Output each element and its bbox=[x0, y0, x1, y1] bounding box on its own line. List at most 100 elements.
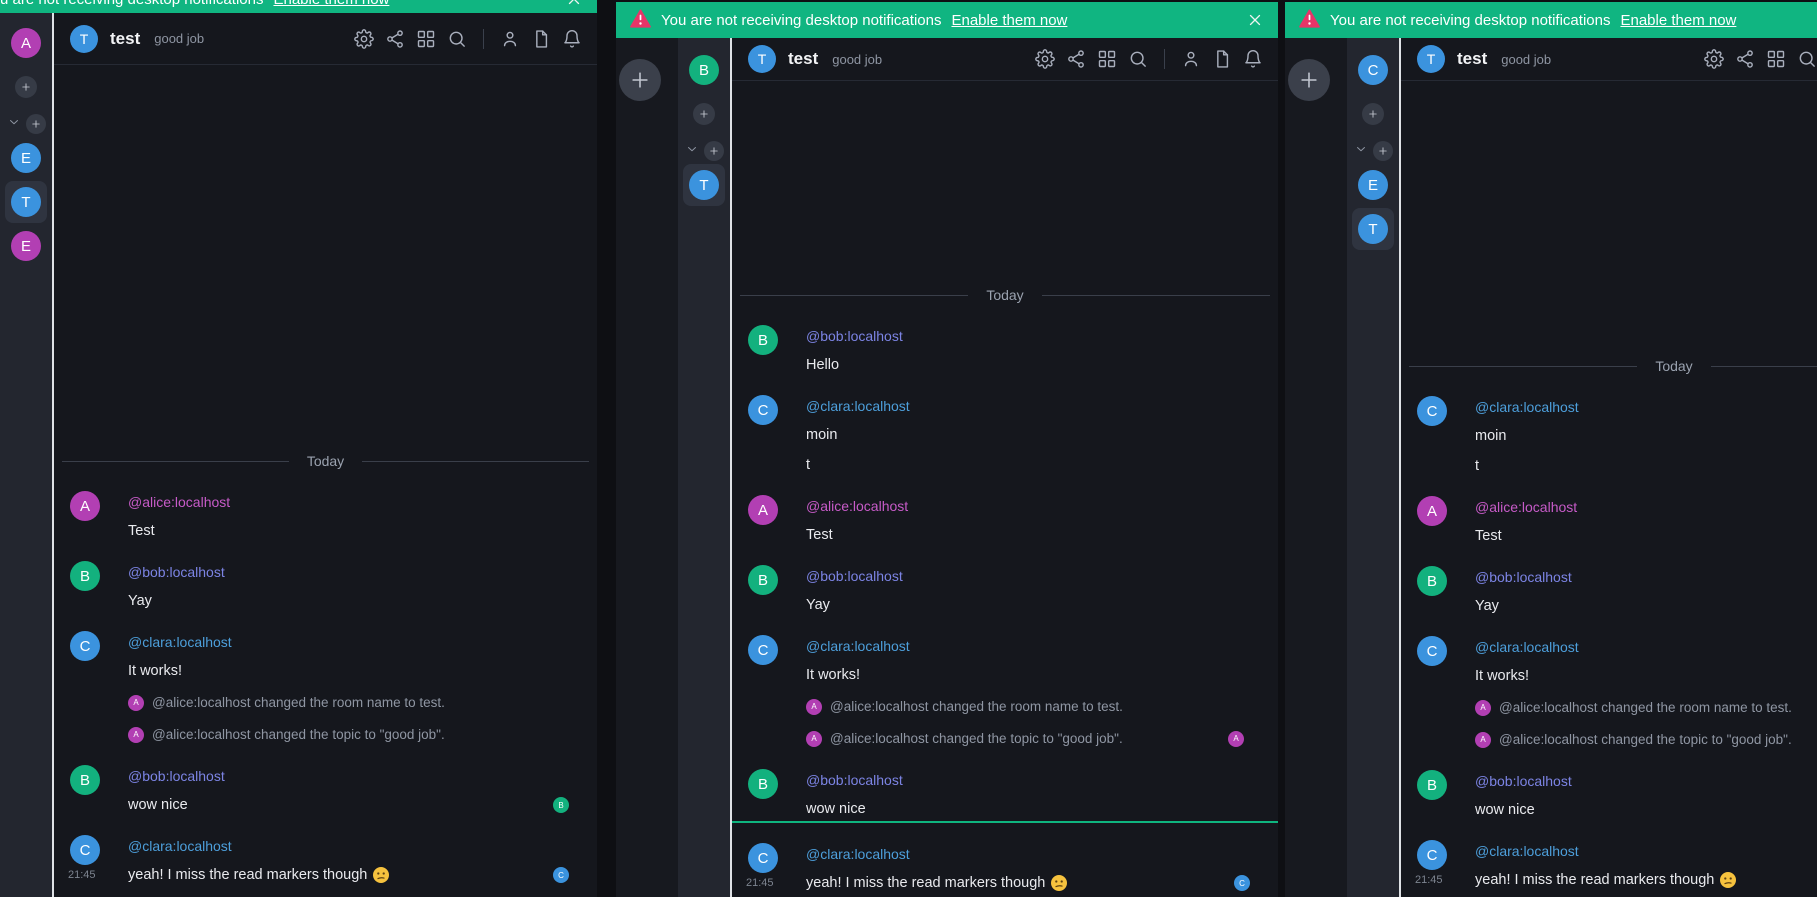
sender-name[interactable]: @clara:localhost bbox=[128, 631, 537, 653]
sender-avatar[interactable]: B bbox=[748, 769, 778, 799]
search-icon[interactable] bbox=[446, 29, 468, 49]
settings-icon[interactable] bbox=[353, 29, 375, 49]
close-icon[interactable] bbox=[1246, 11, 1264, 29]
enable-notifications-link[interactable]: Enable them now bbox=[951, 12, 1067, 29]
sender-avatar[interactable]: C bbox=[70, 631, 100, 661]
sender-name[interactable]: @clara:localhost bbox=[128, 835, 537, 857]
divider-line bbox=[740, 295, 968, 296]
sender-avatar[interactable]: C bbox=[1417, 636, 1447, 666]
sender-avatar[interactable]: B bbox=[748, 565, 778, 595]
sender-avatar[interactable]: A bbox=[748, 495, 778, 525]
sender-name[interactable]: @clara:localhost bbox=[1475, 636, 1817, 658]
sender-name[interactable]: @alice:localhost bbox=[806, 495, 1218, 517]
add-space-button[interactable] bbox=[619, 59, 661, 101]
add-room-to-space-button[interactable] bbox=[1373, 141, 1393, 161]
sender-avatar[interactable]: B bbox=[70, 561, 100, 591]
share-icon[interactable] bbox=[1734, 49, 1756, 69]
sender-avatar[interactable]: C bbox=[748, 395, 778, 425]
confused-face-emoji bbox=[1051, 875, 1067, 891]
system-message: A@alice:localhost changed the topic to "… bbox=[732, 729, 1278, 749]
header-divider bbox=[483, 29, 484, 49]
settings-icon[interactable] bbox=[1703, 49, 1725, 69]
message-text: Yay bbox=[1475, 596, 1817, 616]
sender-avatar[interactable]: B bbox=[748, 325, 778, 355]
message: A@alice:localhostTest bbox=[1401, 496, 1817, 546]
sidebar-item-room-t[interactable]: T bbox=[1352, 208, 1394, 250]
sender-name[interactable]: @bob:localhost bbox=[806, 565, 1218, 587]
message: C@clara:localhostyeah! I miss the read m… bbox=[732, 843, 1278, 893]
close-icon[interactable] bbox=[565, 0, 583, 8]
user-avatar[interactable]: A bbox=[11, 28, 41, 58]
sender-name[interactable]: @bob:localhost bbox=[128, 561, 537, 583]
add-room-button[interactable] bbox=[15, 76, 37, 98]
search-icon[interactable] bbox=[1127, 49, 1149, 69]
sender-name[interactable]: @bob:localhost bbox=[806, 769, 1218, 791]
sender-avatar[interactable]: B bbox=[1417, 770, 1447, 800]
chevron-down-icon[interactable] bbox=[7, 115, 21, 134]
settings-icon[interactable] bbox=[1034, 49, 1056, 69]
grid-icon[interactable] bbox=[415, 29, 437, 49]
message-timeline[interactable]: TodayA@alice:localhostTestB@bob:localhos… bbox=[54, 65, 597, 897]
sender-name[interactable]: @alice:localhost bbox=[128, 491, 537, 513]
sender-name[interactable]: @bob:localhost bbox=[1475, 770, 1817, 792]
message-timeline[interactable]: TodayC@clara:localhostmointA@alice:local… bbox=[1401, 81, 1817, 897]
system-message-avatar: A bbox=[1475, 732, 1491, 748]
chevron-down-icon[interactable] bbox=[685, 142, 699, 161]
sender-name[interactable]: @bob:localhost bbox=[806, 325, 1218, 347]
members-icon[interactable] bbox=[499, 29, 521, 49]
file-icon[interactable] bbox=[1211, 49, 1233, 69]
share-icon[interactable] bbox=[384, 29, 406, 49]
sidebar-item-room-e[interactable]: E bbox=[1352, 164, 1394, 206]
grid-icon[interactable] bbox=[1765, 49, 1787, 69]
chevron-down-icon[interactable] bbox=[1354, 142, 1368, 161]
user-avatar[interactable]: C bbox=[1358, 55, 1388, 85]
message-text: t bbox=[1475, 456, 1817, 476]
notifications-icon[interactable] bbox=[561, 29, 583, 49]
sender-avatar[interactable]: C bbox=[748, 843, 778, 873]
sidebar-item-room-e[interactable]: E bbox=[5, 225, 47, 267]
search-icon[interactable] bbox=[1796, 49, 1817, 69]
divider-line bbox=[62, 461, 289, 462]
sender-name[interactable]: @clara:localhost bbox=[1475, 396, 1817, 418]
sender-avatar[interactable]: B bbox=[1417, 566, 1447, 596]
add-room-to-space-button[interactable] bbox=[26, 114, 46, 134]
client-window-clara: You are not receiving desktop notificati… bbox=[1285, 0, 1817, 897]
sender-name[interactable]: @clara:localhost bbox=[806, 635, 1218, 657]
sender-name[interactable]: @clara:localhost bbox=[806, 395, 1218, 417]
user-avatar[interactable]: B bbox=[689, 55, 719, 85]
sender-name[interactable]: @alice:localhost bbox=[1475, 496, 1817, 518]
system-message-avatar: A bbox=[806, 699, 822, 715]
message-text: Yay bbox=[806, 595, 1218, 615]
system-message-text: @alice:localhost changed the topic to "g… bbox=[830, 729, 1123, 749]
sender-name[interactable]: @clara:localhost bbox=[1475, 840, 1817, 862]
sender-avatar[interactable]: C bbox=[748, 635, 778, 665]
sender-name[interactable]: @bob:localhost bbox=[1475, 566, 1817, 588]
share-icon[interactable] bbox=[1065, 49, 1087, 69]
enable-notifications-link[interactable]: Enable them now bbox=[1620, 12, 1736, 29]
grid-icon[interactable] bbox=[1096, 49, 1118, 69]
message-text-content: Yay bbox=[1475, 596, 1499, 616]
sender-name[interactable]: @bob:localhost bbox=[128, 765, 537, 787]
sender-avatar[interactable]: A bbox=[70, 491, 100, 521]
room-list-avatar: E bbox=[1358, 170, 1388, 200]
message-text-content: Hello bbox=[806, 355, 839, 375]
notifications-icon[interactable] bbox=[1242, 49, 1264, 69]
sidebar-item-room-e[interactable]: E bbox=[5, 137, 47, 179]
add-room-button[interactable] bbox=[1362, 103, 1384, 125]
add-room-to-space-button[interactable] bbox=[704, 141, 724, 161]
sender-avatar[interactable]: A bbox=[1417, 496, 1447, 526]
members-icon[interactable] bbox=[1180, 49, 1202, 69]
unread-marker-line bbox=[732, 821, 1278, 823]
sender-avatar[interactable]: C bbox=[70, 835, 100, 865]
message-timeline[interactable]: TodayB@bob:localhostHelloC@clara:localho… bbox=[732, 81, 1278, 897]
sender-avatar[interactable]: C bbox=[1417, 396, 1447, 426]
enable-notifications-link[interactable]: Enable them now bbox=[273, 0, 389, 8]
add-space-button[interactable] bbox=[1288, 59, 1330, 101]
sender-avatar[interactable]: C bbox=[1417, 840, 1447, 870]
add-room-button[interactable] bbox=[693, 103, 715, 125]
sender-avatar[interactable]: B bbox=[70, 765, 100, 795]
file-icon[interactable] bbox=[530, 29, 552, 49]
sidebar-item-room-t[interactable]: T bbox=[5, 181, 47, 223]
sender-name[interactable]: @clara:localhost bbox=[806, 843, 1218, 865]
sidebar-item-room-t[interactable]: T bbox=[683, 164, 725, 206]
